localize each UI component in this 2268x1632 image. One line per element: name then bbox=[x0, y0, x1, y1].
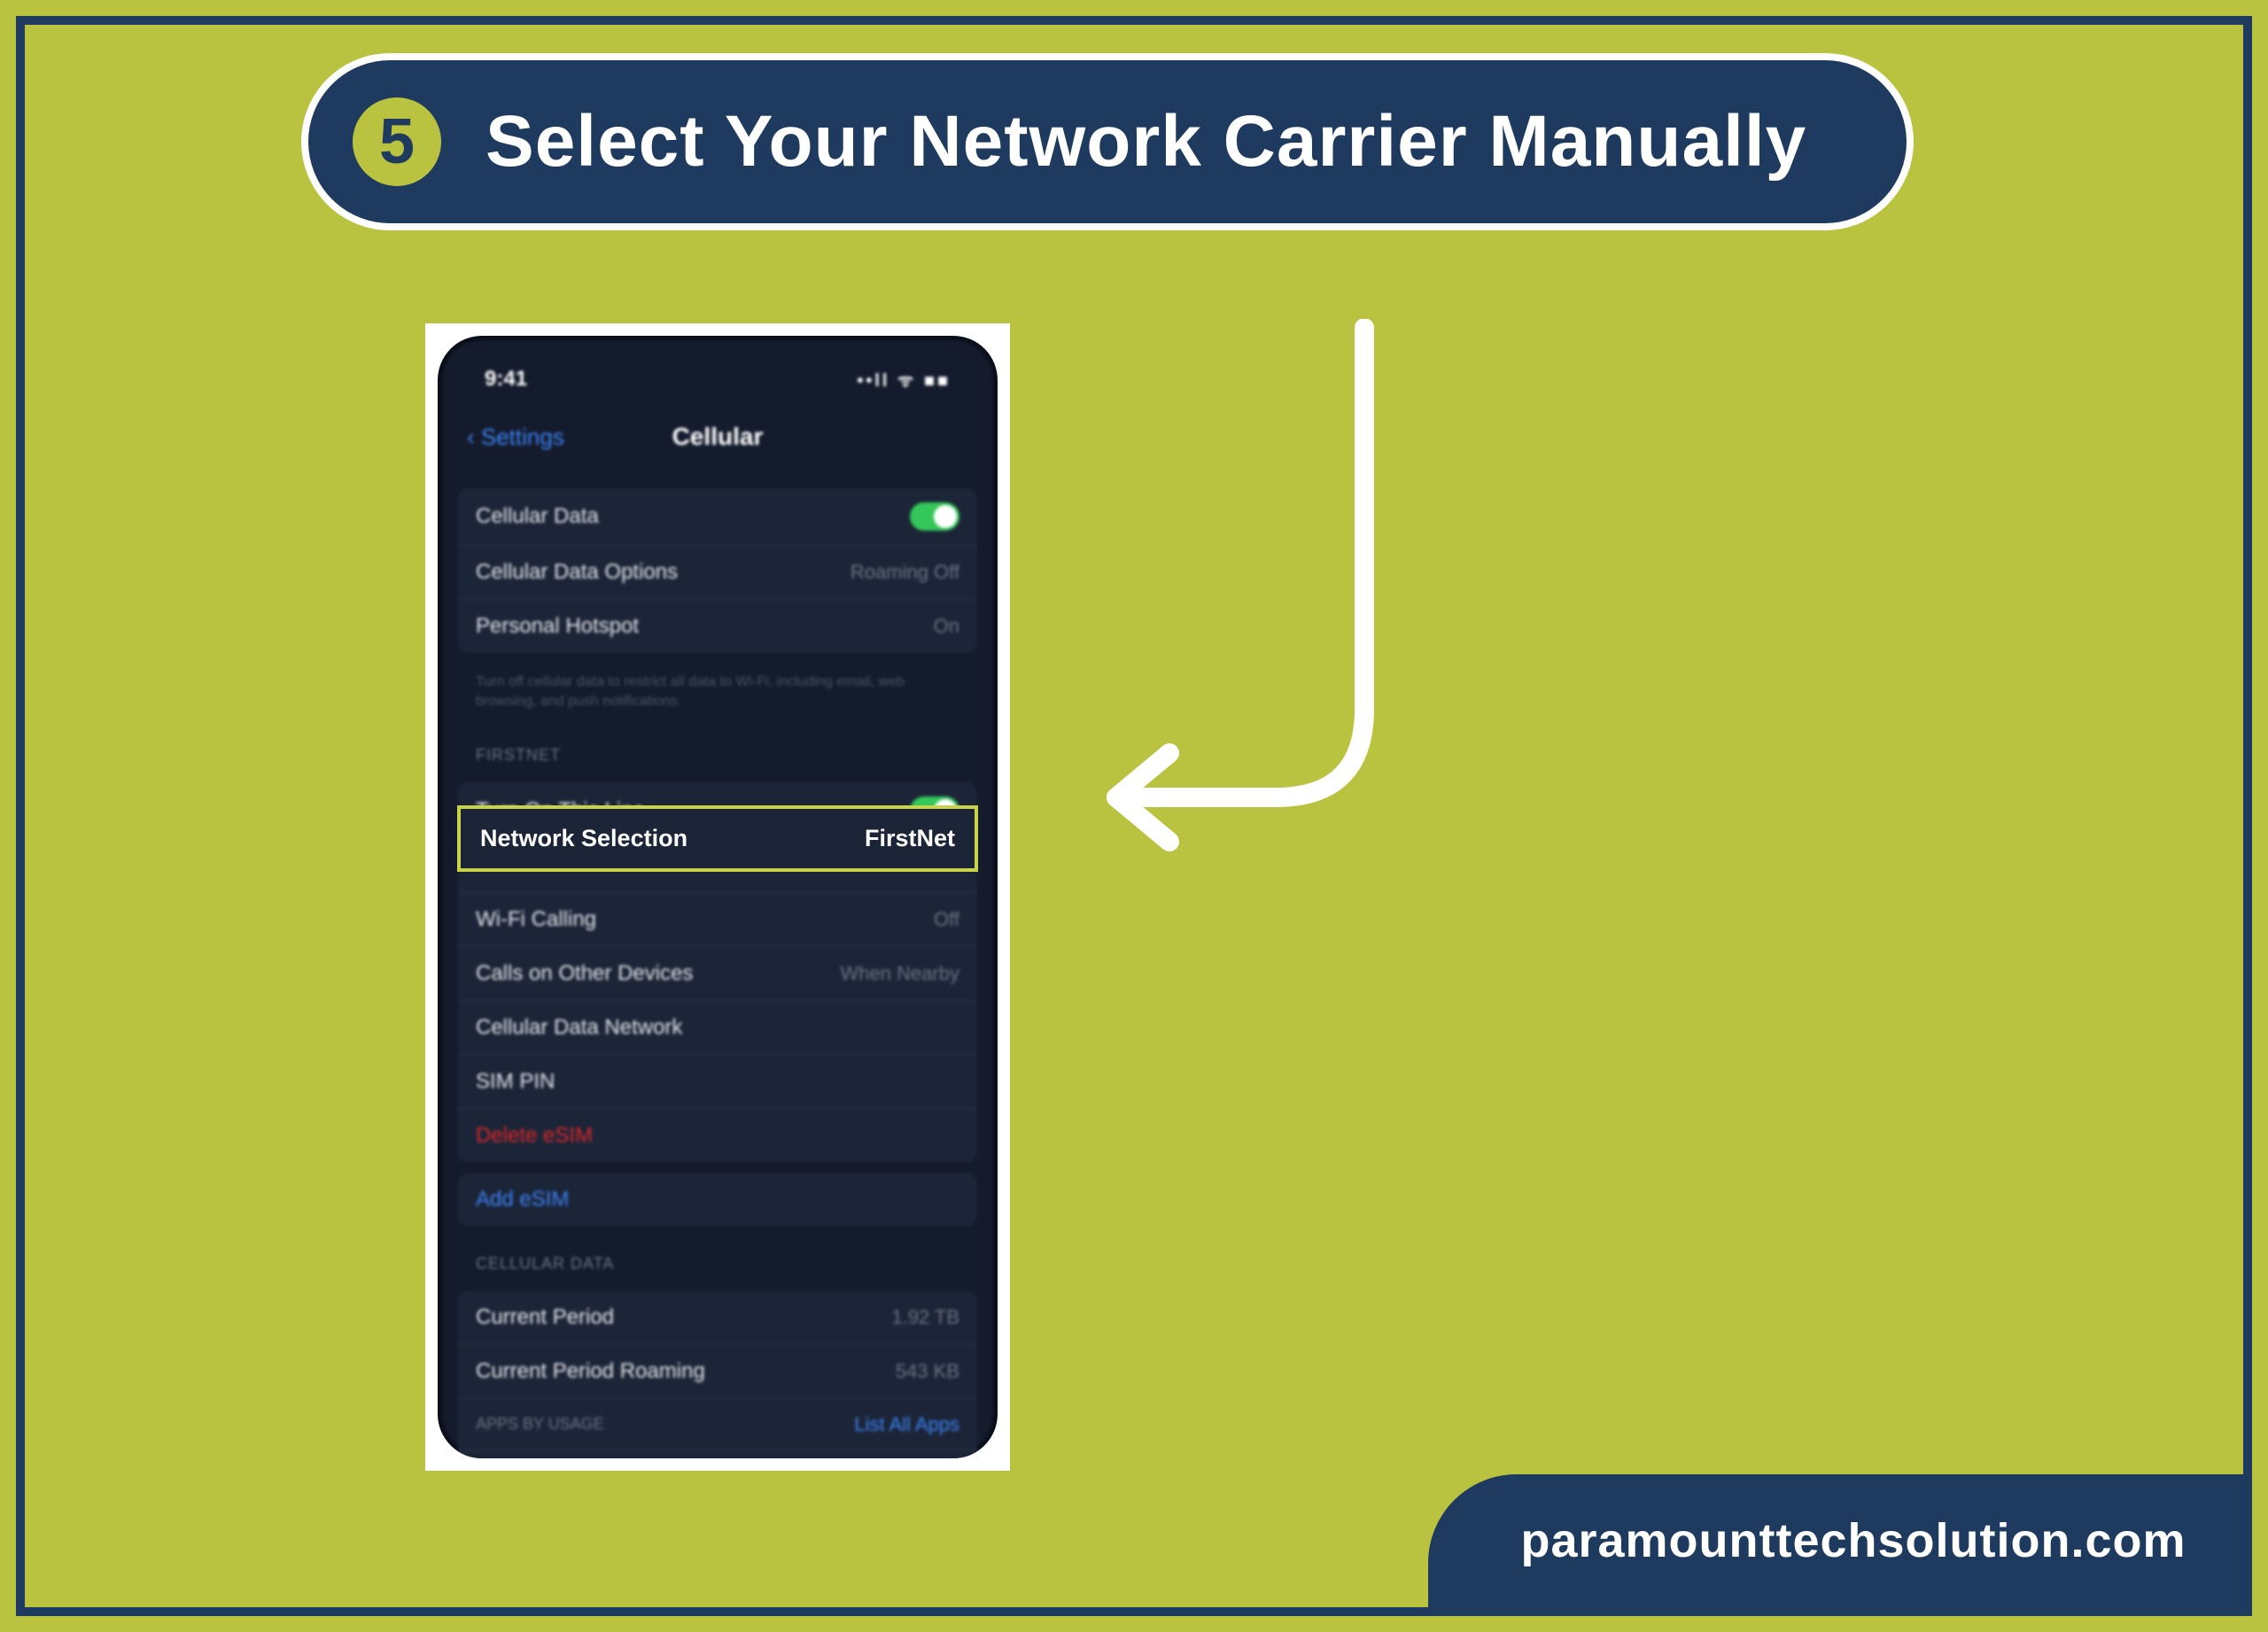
data-options-label: Cellular Data Options bbox=[476, 560, 678, 585]
wifi-calling-row[interactable]: Wi-Fi Calling Off bbox=[458, 893, 977, 947]
cellular-data-toggle[interactable] bbox=[910, 502, 959, 531]
cellular-data-label: Cellular Data bbox=[476, 504, 599, 529]
status-time: 9:41 bbox=[485, 367, 527, 392]
current-period-row: Current Period 1.92 TB bbox=[458, 1291, 977, 1345]
roaming-row: Current Period Roaming 543 KB bbox=[458, 1345, 977, 1399]
app-row[interactable]: Personal Hotspot 276 GB bbox=[458, 1451, 977, 1458]
status-bar: 9:41 ••ll ᯤ ■■ bbox=[458, 358, 977, 414]
step-number-circle: 5 bbox=[353, 97, 441, 186]
other-devices-value: When Nearby bbox=[840, 962, 959, 985]
delete-esim-row[interactable]: Delete eSIM bbox=[458, 1109, 977, 1162]
data-network-row[interactable]: Cellular Data Network bbox=[458, 1001, 977, 1055]
roaming-label: Current Period Roaming bbox=[476, 1359, 705, 1384]
other-devices-label: Calls on Other Devices bbox=[476, 961, 693, 986]
sim-pin-label: SIM PIN bbox=[476, 1069, 555, 1094]
apps-by-usage-row: APPS BY USAGE List All Apps bbox=[458, 1399, 977, 1451]
section-data: CELLULAR DATA bbox=[458, 1237, 977, 1280]
wifi-calling-value: Off bbox=[934, 908, 959, 931]
add-esim-row[interactable]: Add eSIM bbox=[458, 1173, 977, 1226]
current-period-label: Current Period bbox=[476, 1305, 614, 1330]
apps-by-usage-label: APPS BY USAGE bbox=[476, 1415, 604, 1434]
hotspot-label: Personal Hotspot bbox=[476, 614, 639, 639]
sim-pin-row[interactable]: SIM PIN bbox=[458, 1055, 977, 1109]
turn-on-toggle[interactable] bbox=[910, 797, 959, 825]
add-esim-group: Add eSIM bbox=[458, 1173, 977, 1226]
data-options-value: Roaming Off bbox=[850, 561, 959, 584]
turn-on-row[interactable]: Turn On This Line bbox=[458, 782, 977, 840]
add-esim-label: Add eSIM bbox=[476, 1187, 569, 1212]
settings-group-3: Current Period 1.92 TB Current Period Ro… bbox=[458, 1291, 977, 1458]
phone-screenshot: 9:41 ••ll ᯤ ■■ ‹ Settings Cellular Cellu… bbox=[425, 323, 1010, 1471]
wifi-calling-label: Wi-Fi Calling bbox=[476, 907, 596, 932]
roaming-value: 543 KB bbox=[896, 1360, 959, 1383]
arrow-icon bbox=[1072, 319, 1391, 868]
current-period-value: 1.92 TB bbox=[891, 1306, 959, 1329]
settings-group-2: Turn On This Line Wi-Fi Calling Off Call… bbox=[458, 782, 977, 1162]
data-options-row[interactable]: Cellular Data Options Roaming Off bbox=[458, 546, 977, 600]
page-title: Select Your Network Carrier Manually bbox=[485, 100, 1806, 183]
header-pill: 5 Select Your Network Carrier Manually bbox=[301, 53, 1914, 230]
nav-bar: ‹ Settings Cellular bbox=[458, 414, 977, 478]
step-number: 5 bbox=[379, 105, 415, 178]
section-firstnet: FIRSTNET bbox=[458, 728, 977, 772]
apps-by-usage-value[interactable]: List All Apps bbox=[854, 1413, 959, 1436]
group1-footnote: Turn off cellular data to restrict all d… bbox=[458, 664, 977, 728]
hotspot-value: On bbox=[934, 615, 959, 638]
turn-on-label: Turn On This Line bbox=[476, 798, 645, 823]
other-devices-row[interactable]: Calls on Other Devices When Nearby bbox=[458, 947, 977, 1001]
network-selection-row-placeholder[interactable] bbox=[458, 840, 977, 893]
hotspot-row[interactable]: Personal Hotspot On bbox=[458, 600, 977, 653]
back-button[interactable]: ‹ Settings bbox=[467, 424, 564, 451]
footer-corner: paramounttechsolution.com bbox=[1428, 1474, 2243, 1607]
delete-esim-label: Delete eSIM bbox=[476, 1123, 593, 1148]
status-icons: ••ll ᯤ ■■ bbox=[857, 368, 951, 392]
screen-title: Cellular bbox=[672, 423, 764, 451]
cellular-data-row[interactable]: Cellular Data bbox=[458, 488, 977, 546]
footer-url: paramounttechsolution.com bbox=[1520, 1513, 2186, 1568]
settings-group-1: Cellular Data Cellular Data Options Roam… bbox=[458, 488, 977, 653]
data-network-label: Cellular Data Network bbox=[476, 1015, 682, 1040]
